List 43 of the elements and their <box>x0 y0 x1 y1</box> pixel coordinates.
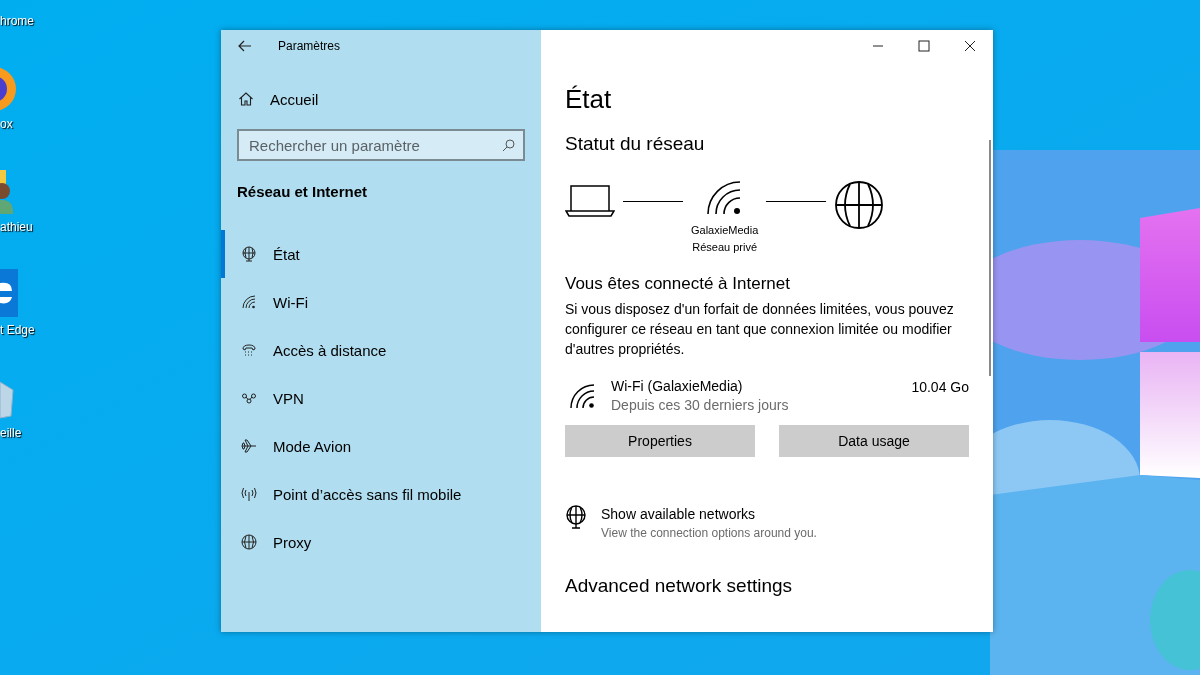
status-heading: Vous êtes connecté à Internet <box>565 274 791 294</box>
action-button[interactable]: Properties <box>565 425 755 457</box>
vpn-icon <box>241 390 257 406</box>
antenna-icon <box>241 486 257 502</box>
globe-monitor-icon <box>565 505 589 529</box>
connector-line <box>623 201 683 202</box>
search-field[interactable]: Rechercher un paramètre <box>237 129 525 161</box>
usage-period: Depuis ces 30 derniers jours <box>611 396 789 415</box>
nav-item[interactable]: VPN <box>221 374 541 422</box>
data-amount: 10.04 Go <box>911 379 969 395</box>
window-title: Paramètres <box>278 39 341 53</box>
globe-icon <box>834 180 885 230</box>
nav-item[interactable]: Mode Avion <box>221 422 541 470</box>
network-name: GalaxieMedia <box>691 223 759 238</box>
back-arrow-icon[interactable] <box>238 40 252 52</box>
scrollbar[interactable] <box>989 140 991 376</box>
nav-item[interactable]: Accès à distance <box>221 326 541 374</box>
home-icon <box>238 91 254 107</box>
nav-item[interactable]: Proxy <box>221 518 541 566</box>
section-heading: Réseau et Internet <box>237 183 369 200</box>
home-link[interactable]: Accueil <box>238 86 541 112</box>
link-description: View the connection options around you. <box>601 525 817 542</box>
section-heading: Statut du réseau <box>565 133 706 155</box>
laptop-icon <box>565 184 615 218</box>
airplane-icon <box>241 438 257 454</box>
connection-name: Wi-Fi (GalaxieMedia) <box>611 377 744 396</box>
section-heading: Advanced network settings <box>565 575 794 597</box>
connector-line <box>766 201 827 202</box>
nav-item[interactable]: Point d’accès sans fil mobile <box>221 470 541 518</box>
nav-item[interactable]: Wi-Fi <box>221 278 541 326</box>
action-button[interactable]: Data usage <box>779 425 969 457</box>
network-type: Réseau privé <box>692 240 758 255</box>
wifi-icon <box>569 383 597 409</box>
search-icon <box>502 139 515 152</box>
globe-icon <box>241 534 257 550</box>
wifi-icon <box>241 294 257 310</box>
globe-monitor-icon <box>241 246 257 262</box>
tile-icon[interactable] <box>0 269 18 317</box>
status-text: Si vous disposez d'un forfait de données limitées, vous pouvez configurer ce réseau en tant que connexion limitée ou modifier d'autres propriétés. <box>565 300 955 359</box>
page-title: État <box>565 84 613 115</box>
person-icon[interactable] <box>0 170 14 214</box>
link-title[interactable]: Show available networks <box>601 505 817 524</box>
phone-icon <box>241 342 257 358</box>
